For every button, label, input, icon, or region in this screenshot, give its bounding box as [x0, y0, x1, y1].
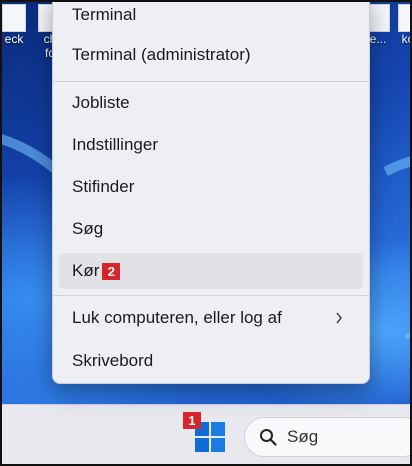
start-context-menu: Terminal Terminal (administrator) Joblis… [52, 0, 370, 384]
menu-item-run[interactable]: Kør 2 [59, 253, 363, 289]
chevron-right-icon [336, 312, 342, 324]
menu-item-label: Indstillinger [72, 135, 158, 154]
menu-item-label: Søg [72, 219, 104, 238]
menu-item-label: Kør [72, 261, 100, 280]
menu-item-label: Skrivebord [72, 351, 154, 370]
menu-item-terminal[interactable]: Terminal [59, 0, 363, 33]
menu-item-label: Terminal [72, 5, 137, 24]
menu-item-shutdown-signout[interactable]: Luk computeren, eller log af [59, 300, 363, 336]
desktop-icon[interactable]: kor [388, 4, 412, 46]
desktop-icon-label: kor [401, 32, 412, 46]
search-label: Søg [287, 427, 319, 446]
step-badge: 2 [102, 262, 121, 280]
file-icon [398, 4, 412, 32]
menu-item-search[interactable]: Søg [59, 211, 363, 247]
menu-item-task-manager[interactable]: Jobliste [59, 85, 363, 121]
menu-item-desktop[interactable]: Skrivebord [59, 343, 363, 379]
file-icon [2, 4, 26, 32]
menu-item-label: Luk computeren, eller log af [72, 308, 282, 327]
menu-item-terminal-admin[interactable]: Terminal (administrator) [59, 37, 363, 73]
taskbar: Søg [0, 404, 412, 466]
search-icon [260, 429, 277, 446]
menu-item-label: Jobliste [72, 93, 130, 112]
menu-item-settings[interactable]: Indstillinger [59, 127, 363, 163]
menu-divider [53, 81, 369, 82]
menu-divider [53, 295, 369, 296]
taskbar-search-box[interactable]: Søg [244, 417, 412, 457]
step-badge: 1 [183, 412, 201, 429]
menu-item-label: Terminal (administrator) [72, 45, 251, 64]
menu-item-label: Stifinder [72, 177, 135, 196]
menu-item-file-explorer[interactable]: Stifinder [59, 169, 363, 205]
